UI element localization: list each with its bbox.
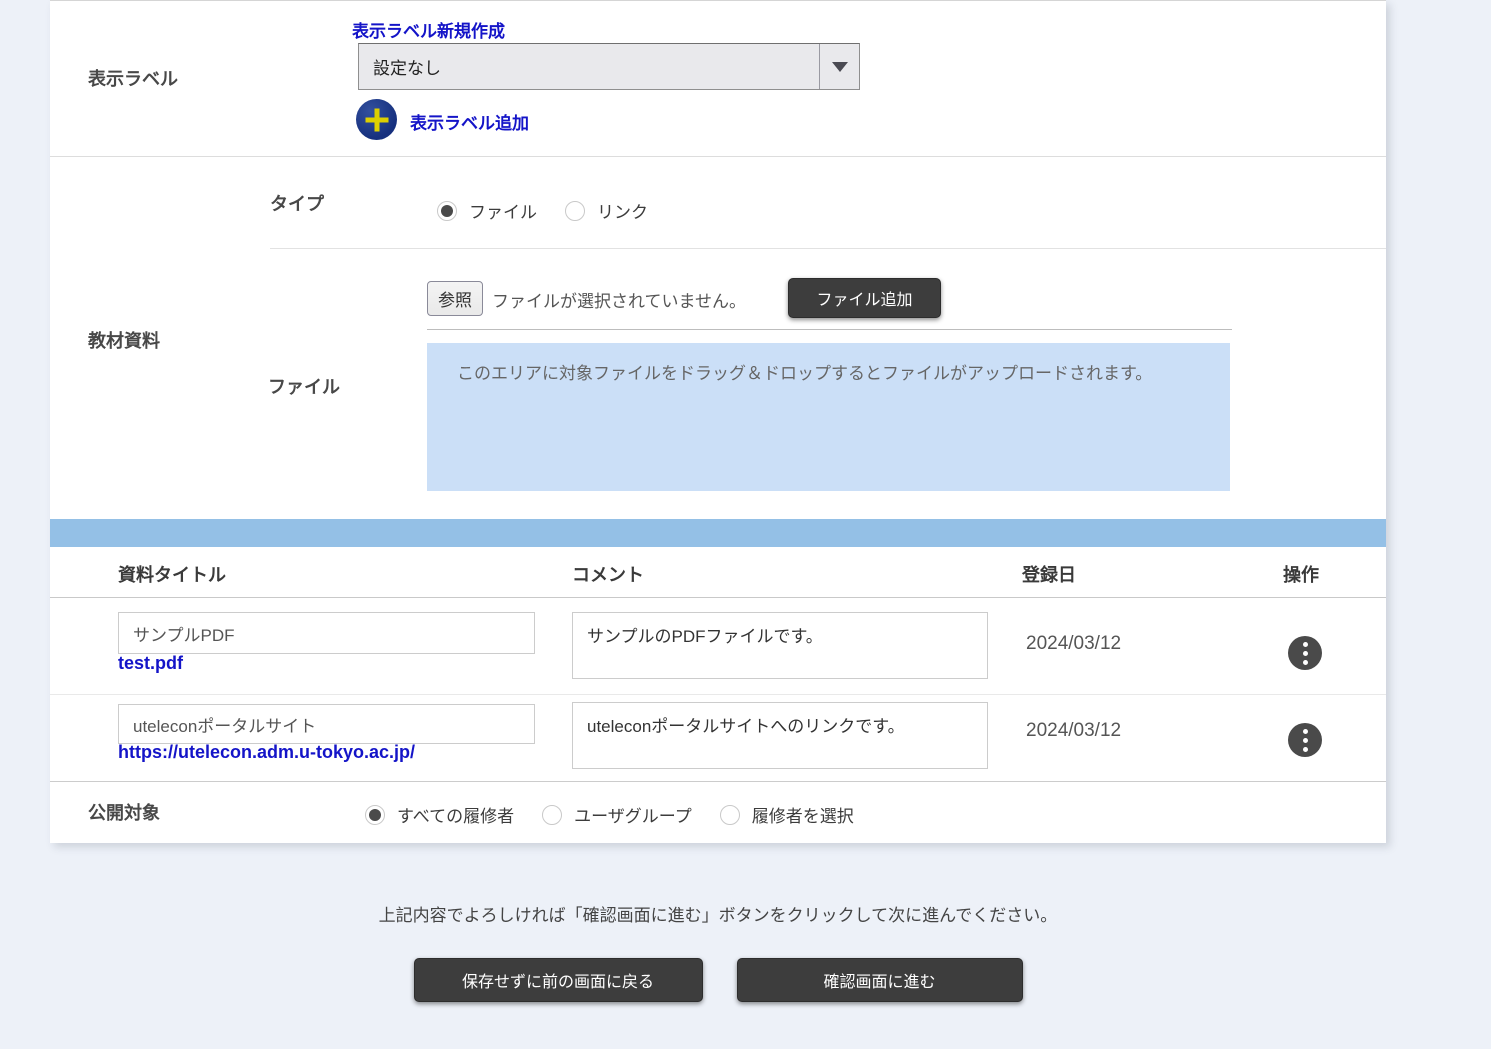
publish-target-label: 公開対象 <box>88 799 160 825</box>
radio-unselected-icon[interactable] <box>542 805 562 825</box>
header-title: 資料タイトル <box>118 561 226 587</box>
radio-selected-icon[interactable] <box>437 201 457 221</box>
radio-unselected-icon[interactable] <box>720 805 740 825</box>
table-row: test.pdf サンプルのPDFファイルです。 2024/03/12 <box>50 598 1386 695</box>
file-dropzone[interactable]: このエリアに対象ファイルをドラッグ＆ドロップするとファイルがアップロードされます… <box>427 343 1230 491</box>
display-label-row-label: 表示ラベル <box>88 65 178 91</box>
file-row-label: ファイル <box>268 373 340 399</box>
material-section: 教材資料 タイプ ファイル リンク ファイル 参照 ファイルが選択されていません… <box>50 156 1386 519</box>
display-label-select-value: 設定なし <box>359 54 819 79</box>
select-dropdown-arrow[interactable] <box>819 44 859 89</box>
material-title-input[interactable] <box>118 704 535 744</box>
form-panel: 表示ラベル 表示ラベル新規作成 設定なし 表示ラベル追加 教材資料 タイプ ファ… <box>50 0 1386 843</box>
header-date: 登録日 <box>1022 561 1076 587</box>
material-comment-input[interactable]: uteleconポータルサイトへのリンクです。 <box>572 702 988 769</box>
radio-type-link[interactable]: リンク <box>565 198 648 223</box>
kebab-menu-icon[interactable] <box>1288 723 1322 757</box>
header-actions: 操作 <box>1283 561 1319 587</box>
material-comment-input[interactable]: サンプルのPDFファイルです。 <box>572 612 988 679</box>
browse-button[interactable]: 参照 <box>427 281 483 316</box>
footer-instruction: 上記内容でよろしければ「確認画面に進む」ボタンをクリックして次に進んでください。 <box>50 901 1386 926</box>
material-file-link[interactable]: test.pdf <box>118 653 183 674</box>
header-comment: コメント <box>572 561 644 587</box>
radio-user-group[interactable]: ユーザグループ <box>542 802 692 827</box>
material-date: 2024/03/12 <box>1026 633 1121 655</box>
footer-buttons: 保存せずに前の画面に戻る 確認画面に進む <box>50 958 1386 1002</box>
radio-type-link-label: リンク <box>597 198 648 223</box>
materials-table-header: 資料タイトル コメント 登録日 操作 <box>50 547 1386 598</box>
radio-unselected-icon[interactable] <box>565 201 585 221</box>
type-radio-group: ファイル リンク <box>437 198 676 223</box>
publish-target-radio-group: すべての履修者 ユーザグループ 履修者を選択 <box>365 802 882 827</box>
display-label-section: 表示ラベル 表示ラベル新規作成 設定なし 表示ラベル追加 <box>50 1 1386 156</box>
material-title-input[interactable] <box>118 612 535 654</box>
create-display-label-link[interactable]: 表示ラベル新規作成 <box>352 17 505 42</box>
radio-all-students[interactable]: すべての履修者 <box>365 802 514 827</box>
type-row-divider <box>270 248 1386 249</box>
radio-all-students-label: すべての履修者 <box>397 802 514 827</box>
radio-selected-icon[interactable] <box>365 805 385 825</box>
upload-row-divider <box>427 329 1232 330</box>
dropzone-text: このエリアに対象ファイルをドラッグ＆ドロップするとファイルがアップロードされます… <box>457 364 1152 383</box>
kebab-menu-icon[interactable] <box>1288 636 1322 670</box>
material-url-link[interactable]: https://utelecon.adm.u-tokyo.ac.jp/ <box>118 742 415 763</box>
material-section-label: 教材資料 <box>88 327 160 353</box>
material-date: 2024/03/12 <box>1026 720 1121 742</box>
radio-user-group-label: ユーザグループ <box>574 802 692 827</box>
radio-select-students[interactable]: 履修者を選択 <box>720 802 854 827</box>
confirm-button[interactable]: 確認画面に進む <box>737 958 1023 1002</box>
chevron-down-icon <box>832 62 848 72</box>
radio-type-file[interactable]: ファイル <box>437 198 537 223</box>
back-button[interactable]: 保存せずに前の画面に戻る <box>414 958 703 1002</box>
table-row: https://utelecon.adm.u-tokyo.ac.jp/ utel… <box>50 695 1386 782</box>
radio-type-file-label: ファイル <box>469 198 537 223</box>
plus-icon[interactable] <box>356 99 397 140</box>
no-file-selected-text: ファイルが選択されていません。 <box>492 287 746 312</box>
radio-select-students-label: 履修者を選択 <box>752 802 854 827</box>
display-label-select[interactable]: 設定なし <box>358 43 860 90</box>
type-label: タイプ <box>270 190 324 216</box>
add-file-button[interactable]: ファイル追加 <box>788 278 941 318</box>
add-display-label-link[interactable]: 表示ラベル追加 <box>410 109 529 134</box>
table-accent-bar <box>50 519 1386 547</box>
publish-target-section: 公開対象 すべての履修者 ユーザグループ 履修者を選択 <box>50 782 1386 844</box>
